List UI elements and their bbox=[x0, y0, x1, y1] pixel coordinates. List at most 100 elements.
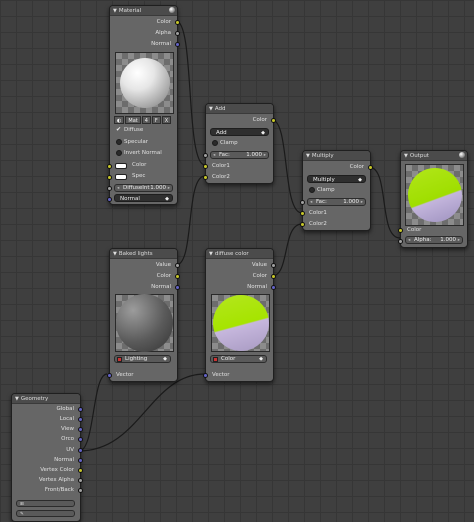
output-socket-color[interactable] bbox=[271, 274, 276, 279]
material-name-field[interactable]: Mat bbox=[125, 116, 141, 124]
add-node-header[interactable]: ▼ Add bbox=[206, 104, 273, 114]
multiply-node-header[interactable]: ▼ Multiply bbox=[303, 151, 370, 161]
clamp-checkbox[interactable] bbox=[212, 140, 218, 146]
input-label-color1: Color1 bbox=[212, 163, 230, 169]
output-label-value: Value bbox=[155, 262, 171, 268]
output-socket-color[interactable] bbox=[175, 274, 180, 279]
input-socket-spec[interactable] bbox=[107, 175, 112, 180]
diffuse-intensity-field[interactable]: ◂ DiffuseInt 1.000 ▸ bbox=[114, 184, 173, 192]
input-socket-color2[interactable] bbox=[203, 175, 208, 180]
output-socket-front-back[interactable] bbox=[78, 488, 83, 493]
output-socket-value[interactable] bbox=[271, 263, 276, 268]
decrement-arrow-icon[interactable]: ◂ bbox=[117, 185, 119, 192]
input-socket-color1[interactable] bbox=[203, 164, 208, 169]
sphere-preview-icon[interactable] bbox=[459, 152, 465, 158]
collapse-triangle-icon[interactable]: ▼ bbox=[404, 153, 408, 159]
input-socket-color2[interactable] bbox=[300, 222, 305, 227]
material-node[interactable]: ▼ Material Color Alpha Normal ◐ Mat 4 F … bbox=[107, 5, 180, 205]
output-socket-vertex-color[interactable] bbox=[78, 468, 83, 473]
collapse-triangle-icon[interactable]: ▼ bbox=[113, 251, 117, 257]
diffuse-color-node[interactable]: ▼ diffuse color Value Color Normal Color… bbox=[203, 248, 276, 382]
fac-field[interactable]: ◂ Fac: 1.000 ▸ bbox=[210, 151, 269, 159]
collapse-triangle-icon[interactable]: ▼ bbox=[15, 396, 19, 402]
output-socket-global[interactable] bbox=[78, 407, 83, 412]
geometry-node[interactable]: ▼ Geometry Global Local View Orco UV Nor… bbox=[11, 393, 83, 522]
input-label-color2: Color2 bbox=[212, 174, 230, 180]
input-socket-alpha[interactable] bbox=[398, 239, 403, 244]
material-fake-user-button[interactable]: F bbox=[151, 116, 161, 124]
input-socket-vector[interactable] bbox=[107, 373, 112, 378]
vertex-color-layer-field[interactable]: ✎ bbox=[16, 510, 75, 517]
output-socket-color[interactable] bbox=[175, 20, 180, 25]
baked-lights-preview-sphere bbox=[116, 294, 173, 352]
diffuse-checkbox[interactable]: ✔ bbox=[116, 127, 121, 133]
collapse-triangle-icon[interactable]: ▼ bbox=[209, 106, 213, 112]
material-selector[interactable]: ◐ Mat 4 F X bbox=[114, 116, 172, 124]
invert-normal-label: Invert Normal bbox=[124, 150, 162, 156]
output-socket-normal[interactable] bbox=[175, 42, 180, 47]
output-socket-normal[interactable] bbox=[271, 285, 276, 290]
decrement-arrow-icon[interactable]: ◂ bbox=[213, 152, 215, 159]
decrement-arrow-icon[interactable]: ◂ bbox=[408, 237, 410, 244]
output-socket-local[interactable] bbox=[78, 417, 83, 422]
input-socket-color1[interactable] bbox=[300, 211, 305, 216]
color-swatch[interactable] bbox=[115, 163, 127, 169]
increment-arrow-icon[interactable]: ▸ bbox=[264, 152, 266, 159]
output-socket-value[interactable] bbox=[175, 263, 180, 268]
blend-mode-dropdown[interactable]: Add ◆ bbox=[210, 128, 269, 136]
output-socket-alpha[interactable] bbox=[175, 31, 180, 36]
input-socket-fac[interactable] bbox=[203, 153, 208, 158]
output-socket-uv[interactable] bbox=[78, 448, 83, 453]
output-socket-orco[interactable] bbox=[78, 437, 83, 442]
node-title: diffuse color bbox=[214, 250, 249, 257]
output-label-color: Color bbox=[156, 19, 171, 25]
fac-field[interactable]: ◂ Fac: 1.000 ▸ bbox=[307, 198, 366, 206]
output-socket-normal[interactable] bbox=[175, 285, 180, 290]
texture-selector[interactable]: Lighting ◆ bbox=[114, 355, 171, 363]
increment-arrow-icon[interactable]: ▸ bbox=[168, 185, 170, 192]
output-socket-vertex-alpha[interactable] bbox=[78, 478, 83, 483]
geometry-node-header[interactable]: ▼ Geometry bbox=[12, 394, 80, 404]
alpha-field[interactable]: ◂ Alpha: 1.000 ▸ bbox=[405, 236, 463, 244]
decrement-arrow-icon[interactable]: ◂ bbox=[310, 199, 312, 206]
baked-lights-node-header[interactable]: ▼ Baked lights bbox=[110, 249, 177, 259]
uv-map-field[interactable]: ⊞ bbox=[16, 500, 75, 507]
add-node[interactable]: ▼ Add Color Add ◆ Clamp ◂ Fac: 1.000 ▸ C… bbox=[203, 103, 276, 184]
material-node-header[interactable]: ▼ Material bbox=[110, 6, 177, 16]
specular-checkbox[interactable] bbox=[116, 139, 122, 145]
clamp-checkbox[interactable] bbox=[309, 187, 315, 193]
collapse-triangle-icon[interactable]: ▼ bbox=[306, 153, 310, 159]
multiply-node[interactable]: ▼ Multiply Color Multiply ◆ Clamp ◂ Fac:… bbox=[300, 150, 373, 231]
output-node[interactable]: ▼ Output Color ◂ Alpha: 1.000 ▸ bbox=[398, 150, 468, 248]
spec-swatch[interactable] bbox=[115, 174, 127, 180]
normal-dropdown[interactable]: Normal ◆ bbox=[114, 194, 173, 202]
input-socket-diffuseint[interactable] bbox=[107, 186, 112, 191]
blend-mode-dropdown[interactable]: Multiply ◆ bbox=[307, 175, 366, 183]
input-socket-color[interactable] bbox=[398, 228, 403, 233]
material-browse-button[interactable]: ◐ bbox=[114, 116, 125, 124]
sphere-preview-icon[interactable] bbox=[169, 7, 175, 13]
material-users-count[interactable]: 4 bbox=[141, 116, 151, 124]
output-label-normal: Normal bbox=[151, 41, 171, 47]
diffuse-color-node-header[interactable]: ▼ diffuse color bbox=[206, 249, 273, 259]
material-unlink-button[interactable]: X bbox=[161, 116, 172, 124]
input-socket-color[interactable] bbox=[107, 164, 112, 169]
collapse-triangle-icon[interactable]: ▼ bbox=[113, 8, 117, 14]
collapse-triangle-icon[interactable]: ▼ bbox=[209, 251, 213, 257]
increment-arrow-icon[interactable]: ▸ bbox=[458, 237, 460, 244]
invert-normal-checkbox[interactable] bbox=[116, 150, 122, 156]
output-socket-view[interactable] bbox=[78, 427, 83, 432]
input-socket-vector[interactable] bbox=[203, 373, 208, 378]
output-socket-color[interactable] bbox=[368, 165, 373, 170]
output-socket-color[interactable] bbox=[271, 118, 276, 123]
input-socket-fac[interactable] bbox=[300, 200, 305, 205]
texture-selector[interactable]: Color ◆ bbox=[210, 355, 267, 363]
output-node-header[interactable]: ▼ Output bbox=[401, 151, 467, 161]
dropdown-arrow-icon: ◆ bbox=[358, 177, 362, 183]
fac-label: Fac: bbox=[316, 199, 327, 205]
input-socket-normal[interactable] bbox=[107, 197, 112, 202]
output-socket-normal[interactable] bbox=[78, 458, 83, 463]
baked-lights-node[interactable]: ▼ Baked lights Value Color Normal Lighti… bbox=[107, 248, 180, 382]
link-add-color-to-multiply-color1 bbox=[271, 119, 303, 214]
increment-arrow-icon[interactable]: ▸ bbox=[361, 199, 363, 206]
